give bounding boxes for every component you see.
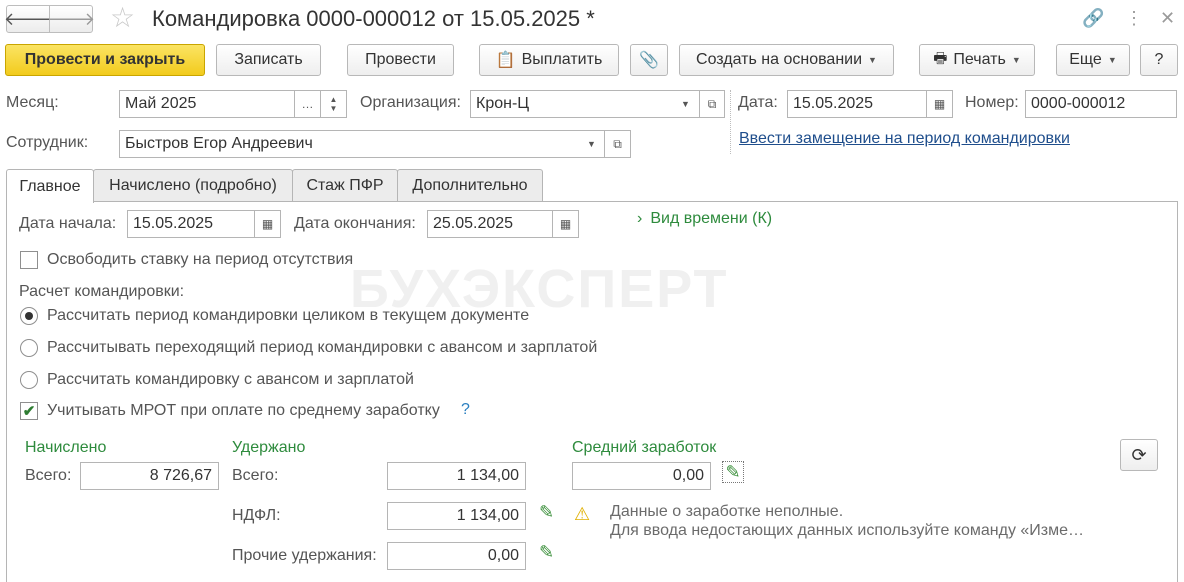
caret-down-icon: ▼ xyxy=(868,55,877,65)
start-date-input[interactable]: 15.05.2025 xyxy=(127,210,255,238)
calc-option-advance-label: Рассчитать командировку с авансом и зарп… xyxy=(47,371,414,388)
paperclip-icon: 📎 xyxy=(639,52,659,69)
refresh-button[interactable]: ⟳ xyxy=(1120,439,1158,471)
link-icon[interactable]: 🔗 xyxy=(1082,6,1104,30)
star-icon[interactable]: ☆ xyxy=(110,3,135,33)
avg-earnings-field[interactable]: 0,00 xyxy=(572,462,711,490)
more-button[interactable]: Еще ▼ xyxy=(1056,44,1130,76)
organization-label: Организация: xyxy=(360,94,461,111)
chevron-down-icon[interactable]: ▼ xyxy=(578,131,605,157)
mrot-label: Учитывать МРОТ при оплате по среднему за… xyxy=(47,402,440,419)
save-button[interactable]: Записать xyxy=(216,44,321,76)
accrued-total-field[interactable]: 8 726,67 xyxy=(80,462,219,490)
pencil-icon[interactable]: ✎ xyxy=(722,461,744,483)
date-label: Дата: xyxy=(738,94,778,111)
calc-option-whole-radio[interactable] xyxy=(20,307,38,325)
caret-down-icon: ▼ xyxy=(1107,55,1117,65)
calc-option-transitional-label: Рассчитывать переходящий период командир… xyxy=(47,339,598,356)
warning-line-1: Данные о заработке неполные. xyxy=(610,503,844,520)
close-icon[interactable]: ✕ xyxy=(1160,6,1175,30)
tab-additional[interactable]: Дополнительно xyxy=(397,169,543,202)
month-input[interactable]: Май 2025 xyxy=(119,90,295,118)
pencil-icon[interactable]: ✎ xyxy=(539,502,554,522)
mrot-checkbox[interactable]: ✔ xyxy=(20,402,38,420)
chevron-right-icon: › xyxy=(637,210,643,227)
ndfl-label: НДФЛ: xyxy=(232,507,281,524)
arrow-left-icon: 🡐 xyxy=(3,8,53,29)
tab-pfr-experience[interactable]: Стаж ПФР xyxy=(292,169,398,202)
caret-down-icon: ▼ xyxy=(1011,55,1021,65)
date-input[interactable]: 15.05.2025 xyxy=(787,90,927,118)
calc-option-transitional-radio[interactable] xyxy=(20,339,38,357)
substitute-link[interactable]: Ввести замещение на период командировки xyxy=(739,130,1070,148)
end-date-label: Дата окончания: xyxy=(294,215,416,232)
pencil-icon[interactable]: ✎ xyxy=(539,542,554,562)
calendar-icon[interactable]: ▦ xyxy=(552,210,579,238)
more-vertical-icon[interactable]: ⋮ xyxy=(1125,6,1143,30)
help-button[interactable]: ? xyxy=(1140,44,1178,76)
month-select-button[interactable]: … xyxy=(294,90,321,118)
create-based-on-button[interactable]: Создать на основании ▼ xyxy=(679,44,894,76)
warning-icon: ⚠ xyxy=(574,504,591,524)
avg-earnings-heading: Средний заработок xyxy=(572,439,717,456)
calc-option-advance-radio[interactable] xyxy=(20,371,38,389)
employee-input[interactable]: Быстров Егор Андреевич xyxy=(119,130,605,158)
warning-line-2: Для ввода недостающих данных используйте… xyxy=(610,522,1085,539)
post-button[interactable]: Провести xyxy=(347,44,454,76)
open-icon[interactable]: ⧉ xyxy=(604,130,631,158)
withheld-heading: Удержано xyxy=(232,439,306,456)
end-date-input[interactable]: 25.05.2025 xyxy=(427,210,553,238)
month-label: Месяц: xyxy=(6,94,59,111)
time-type-link[interactable]: › Вид времени (К) xyxy=(637,210,772,228)
page-title: Командировка 0000-000012 от 15.05.2025 * xyxy=(152,6,595,31)
tab-accrued-detailed[interactable]: Начислено (подробно) xyxy=(93,169,293,202)
chevron-down-icon[interactable]: ▼ xyxy=(672,91,699,117)
accrued-heading: Начислено xyxy=(25,439,107,456)
radio-dot xyxy=(25,312,33,320)
start-date-label: Дата начала: xyxy=(19,215,117,232)
attach-button[interactable]: 📎 xyxy=(630,44,668,76)
printer-icon: 🖶 xyxy=(933,49,948,67)
number-input[interactable]: 0000-000012 xyxy=(1025,90,1177,118)
other-deductions-field[interactable]: 0,00 xyxy=(387,542,526,570)
document-icon: 📋 xyxy=(495,52,516,69)
release-rate-checkbox[interactable] xyxy=(20,251,38,269)
back-button[interactable]: 🡐 xyxy=(3,5,53,33)
print-button[interactable]: 🖶 Печать ▼ xyxy=(919,44,1035,76)
pay-button[interactable]: 📋 Выплатить xyxy=(479,44,619,76)
withheld-total-label: Всего: xyxy=(232,467,279,484)
help-icon[interactable]: ? xyxy=(461,401,470,419)
forward-button[interactable]: 🡒 xyxy=(46,5,96,33)
number-label: Номер: xyxy=(965,94,1019,111)
employee-label: Сотрудник: xyxy=(6,134,89,151)
withheld-total-field[interactable]: 1 134,00 xyxy=(387,462,526,490)
divider xyxy=(730,90,731,154)
post-and-close-button[interactable]: Провести и закрыть xyxy=(5,44,205,76)
refresh-icon: ⟳ xyxy=(1131,444,1147,465)
calc-label: Расчет командировки: xyxy=(19,283,185,300)
open-icon[interactable]: ⧉ xyxy=(699,90,725,118)
calendar-icon[interactable]: ▦ xyxy=(254,210,281,238)
ndfl-field[interactable]: 1 134,00 xyxy=(387,502,526,530)
other-deductions-label: Прочие удержания: xyxy=(232,547,377,564)
organization-input[interactable]: Крон-Ц xyxy=(470,90,700,118)
month-stepper[interactable]: ▲ ▼ xyxy=(320,90,347,118)
accrued-total-label: Всего: xyxy=(25,467,72,484)
arrow-right-icon: 🡒 xyxy=(46,8,96,29)
release-rate-label: Освободить ставку на период отсутствия xyxy=(47,251,354,268)
calendar-icon[interactable]: ▦ xyxy=(926,90,953,118)
calc-option-whole-label: Рассчитать период командировки целиком в… xyxy=(47,307,530,324)
tab-main[interactable]: Главное xyxy=(6,169,94,203)
